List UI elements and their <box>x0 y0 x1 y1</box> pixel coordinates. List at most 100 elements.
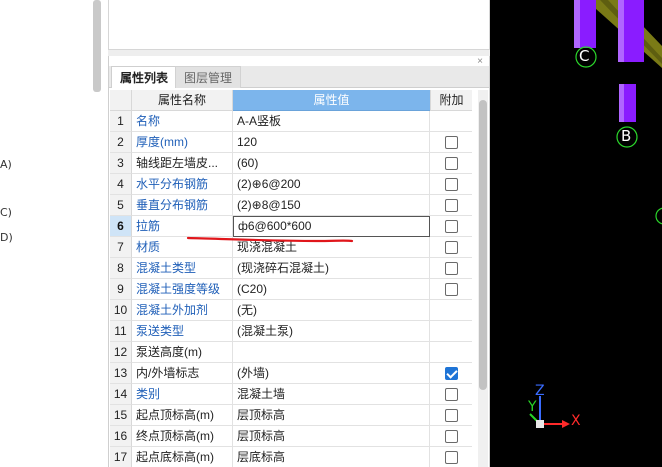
property-row[interactable]: 6 拉筋 ф6@600*600 <box>110 216 472 237</box>
header-property-value: 属性值 <box>233 90 430 111</box>
property-row[interactable]: 13 内/外墙标志 (外墙) <box>110 363 472 384</box>
property-value[interactable]: 层底标高 <box>233 447 430 467</box>
property-row[interactable]: 8 混凝土类型 (现浇碎石混凝土) <box>110 258 472 279</box>
property-row[interactable]: 3 轴线距左墙皮... (60) <box>110 153 472 174</box>
extra-checkbox[interactable] <box>445 136 458 149</box>
property-row[interactable]: 5 垂直分布钢筋 (2)⊕8@150 <box>110 195 472 216</box>
extra-checkbox[interactable] <box>445 220 458 233</box>
header-property-name: 属性名称 <box>132 90 233 111</box>
extra-checkbox[interactable] <box>445 367 458 380</box>
extra-cell <box>430 405 472 426</box>
property-name: 泵送高度(m) <box>132 342 233 363</box>
extra-checkbox[interactable] <box>445 262 458 275</box>
model-canvas[interactable] <box>490 0 662 467</box>
property-name: 轴线距左墙皮... <box>132 153 233 174</box>
row-number: 2 <box>110 132 132 153</box>
tab-property-list[interactable]: 属性列表 <box>111 66 178 88</box>
property-row[interactable]: 2 厚度(mm) 120 <box>110 132 472 153</box>
property-row[interactable]: 11 泵送类型 (混凝土泵) <box>110 321 472 342</box>
property-value[interactable]: A-A竖板 <box>233 111 430 132</box>
extra-checkbox[interactable] <box>445 451 458 464</box>
property-row[interactable]: 16 终点顶标高(m) 层顶标高 <box>110 426 472 447</box>
row-number: 6 <box>110 216 132 237</box>
extra-cell <box>430 300 472 321</box>
property-value[interactable]: (混凝土泵) <box>233 321 430 342</box>
property-name: 混凝土类型 <box>132 258 233 279</box>
axis-origin <box>536 420 544 428</box>
property-value[interactable] <box>233 342 430 363</box>
row-number: 7 <box>110 237 132 258</box>
extra-checkbox[interactable] <box>445 199 458 212</box>
property-name: 起点底标高(m) <box>132 447 233 467</box>
column-highlight <box>619 84 624 122</box>
extra-cell <box>430 174 472 195</box>
property-value[interactable]: 层顶标高 <box>233 426 430 447</box>
property-value[interactable]: 120 <box>233 132 430 153</box>
column-highlight <box>574 0 580 48</box>
extra-checkbox[interactable] <box>445 409 458 422</box>
row-number: 13 <box>110 363 132 384</box>
header-row-number <box>110 90 132 111</box>
row-number: 10 <box>110 300 132 321</box>
property-row[interactable]: 17 起点底标高(m) 层底标高 <box>110 447 472 467</box>
property-value[interactable]: (2)⊕8@150 <box>233 195 430 216</box>
extra-checkbox[interactable] <box>445 241 458 254</box>
property-value[interactable]: 混凝土墙 <box>233 384 430 405</box>
y-axis-label: Y <box>528 399 537 415</box>
property-name: 拉筋 <box>132 216 233 237</box>
property-value[interactable]: (无) <box>233 300 430 321</box>
property-value[interactable]: (60) <box>233 153 430 174</box>
row-number: 5 <box>110 195 132 216</box>
axis-node-marker <box>655 207 662 225</box>
property-name: 厚度(mm) <box>132 132 233 153</box>
property-value[interactable]: (C20) <box>233 279 430 300</box>
extra-cell <box>430 342 472 363</box>
extra-cell <box>430 426 472 447</box>
property-row[interactable]: 15 起点顶标高(m) 层顶标高 <box>110 405 472 426</box>
table-scrollbar[interactable] <box>478 90 488 467</box>
row-number: 4 <box>110 174 132 195</box>
tab-layer-management[interactable]: 图层管理 <box>175 66 242 88</box>
property-name: 垂直分布钢筋 <box>132 195 233 216</box>
extra-cell <box>430 384 472 405</box>
row-number: 1 <box>110 111 132 132</box>
property-row[interactable]: 14 类别 混凝土墙 <box>110 384 472 405</box>
left-text-fragment: C) <box>0 206 12 219</box>
property-value[interactable]: 现浇混凝土 <box>233 237 430 258</box>
extra-cell <box>430 258 472 279</box>
extra-cell <box>430 195 472 216</box>
property-panel: × 属性列表 图层管理 属性名称 属性值 附加 1 名称 A-A竖板 2 厚度(mm) 1… <box>108 56 490 467</box>
property-value[interactable]: (现浇碎石混凝土) <box>233 258 430 279</box>
property-value[interactable]: (外墙) <box>233 363 430 384</box>
scrollbar-thumb[interactable] <box>479 100 487 390</box>
extra-checkbox[interactable] <box>445 157 458 170</box>
property-value[interactable]: 层顶标高 <box>233 405 430 426</box>
property-name: 起点顶标高(m) <box>132 405 233 426</box>
property-name: 内/外墙标志 <box>132 363 233 384</box>
property-row[interactable]: 7 材质 现浇混凝土 <box>110 237 472 258</box>
row-number: 8 <box>110 258 132 279</box>
axis-label-b: B <box>621 127 632 145</box>
header-extra: 附加 <box>430 90 472 111</box>
left-text-fragment: A) <box>0 158 12 171</box>
property-name: 类别 <box>132 384 233 405</box>
extra-checkbox[interactable] <box>445 283 458 296</box>
extra-cell <box>430 321 472 342</box>
extra-checkbox[interactable] <box>445 430 458 443</box>
extra-checkbox[interactable] <box>445 388 458 401</box>
row-number: 3 <box>110 153 132 174</box>
property-value[interactable]: ф6@600*600 <box>233 216 430 237</box>
extra-cell <box>430 111 472 132</box>
property-row[interactable]: 1 名称 A-A竖板 <box>110 111 472 132</box>
3d-viewport[interactable]: C B Z Y X <box>490 0 662 467</box>
z-axis-label: Z <box>535 383 545 399</box>
property-name: 混凝土强度等级 <box>132 279 233 300</box>
property-row[interactable]: 9 混凝土强度等级 (C20) <box>110 279 472 300</box>
row-number: 11 <box>110 321 132 342</box>
property-row[interactable]: 12 泵送高度(m) <box>110 342 472 363</box>
property-row[interactable]: 4 水平分布钢筋 (2)⊕6@200 <box>110 174 472 195</box>
property-value[interactable]: (2)⊕6@200 <box>233 174 430 195</box>
left-scrollbar[interactable] <box>93 0 101 92</box>
property-row[interactable]: 10 混凝土外加剂 (无) <box>110 300 472 321</box>
extra-checkbox[interactable] <box>445 178 458 191</box>
